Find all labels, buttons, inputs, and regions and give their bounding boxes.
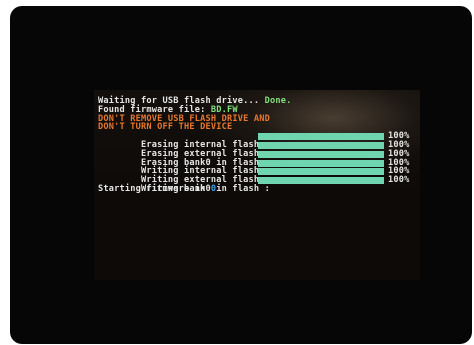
starting-line: Starting firmware in 0 bbox=[98, 185, 416, 194]
step-row: Writing internal flash : 100% bbox=[98, 158, 416, 175]
progress-bar-fill bbox=[258, 133, 384, 141]
step-row: Erasing bank0 in flash : 100% bbox=[98, 149, 416, 166]
countdown-value: 0 bbox=[210, 183, 217, 194]
starting-text: Starting firmware in bbox=[98, 183, 211, 194]
progress-bar-fill bbox=[258, 141, 384, 149]
progress-bar bbox=[258, 159, 384, 167]
step-row: Erasing internal flash : 100% bbox=[98, 132, 416, 149]
waiting-status: Done. bbox=[264, 96, 292, 106]
progress-bar-fill bbox=[258, 150, 384, 158]
step-row: Erasing external flash : 100% bbox=[98, 141, 416, 158]
progress-bar bbox=[258, 150, 384, 158]
device-screen: Waiting for USB flash drive... Done. Fou… bbox=[94, 90, 420, 280]
device-bezel: Waiting for USB flash drive... Done. Fou… bbox=[10, 6, 472, 344]
progress-percent: 100% bbox=[388, 175, 410, 186]
progress-bar-fill bbox=[258, 168, 384, 176]
warning-line-2: DON'T TURN OFF THE DEVICE bbox=[98, 122, 233, 133]
progress-bar bbox=[258, 141, 384, 149]
step-row: Writing external flash : 100% bbox=[98, 167, 416, 184]
progress-bar-fill bbox=[258, 177, 384, 185]
firmware-update-console: Waiting for USB flash drive... Done. Fou… bbox=[98, 97, 416, 194]
progress-bar bbox=[258, 177, 384, 185]
progress-bar bbox=[258, 133, 384, 141]
progress-bar bbox=[258, 168, 384, 176]
progress-bar-fill bbox=[258, 159, 384, 167]
